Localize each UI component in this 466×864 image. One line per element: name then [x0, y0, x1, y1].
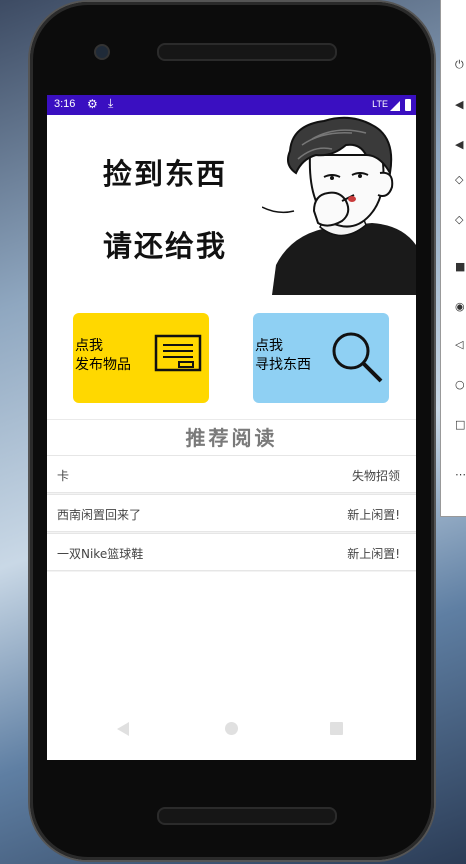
signal-icon	[390, 101, 400, 111]
list-item[interactable]: 西南闲置回来了 新上闲置!	[47, 494, 416, 532]
list-item-title: 卡	[57, 469, 70, 483]
android-nav-bar	[47, 708, 416, 750]
document-icon	[154, 334, 202, 372]
settings-gear-icon: ⚙	[87, 97, 98, 111]
magnifier-icon	[332, 332, 383, 383]
banner-headline-1: 捡到东西	[103, 157, 228, 191]
publish-item-label: 点我 发布物品	[75, 337, 131, 375]
bottom-speaker	[157, 807, 337, 825]
front-camera	[94, 44, 110, 60]
home-icon[interactable]: ○	[455, 379, 465, 390]
power-icon[interactable]: ⏻	[455, 59, 465, 70]
network-type: LTE	[372, 99, 388, 109]
publish-line2: 发布物品	[75, 357, 131, 373]
recommended-list: 卡 失物招领 西南闲置回来了 新上闲置! 一双Nike篮球鞋 新上闲置!	[47, 455, 416, 572]
banner-headline-2: 请还给我	[103, 229, 228, 263]
zoom-icon[interactable]: ◉	[455, 301, 465, 312]
list-item-title: 一双Nike篮球鞋	[57, 547, 144, 561]
find-item-button[interactable]: 点我 寻找东西	[253, 313, 389, 403]
battery-icon	[405, 99, 411, 111]
list-item[interactable]: 卡 失物招领	[47, 455, 416, 493]
more-icon[interactable]: ⋯	[455, 469, 466, 480]
nav-home-icon[interactable]	[225, 722, 238, 735]
download-icon: ⤓	[108, 96, 114, 110]
list-item-tag: 失物招领	[351, 469, 400, 483]
app-screen: 3:16 ⚙ ⤓ LTE 捡到东西 请还给我 点我 发布物品 点我 寻找东西 推…	[47, 95, 416, 760]
back-icon[interactable]: ◁	[455, 339, 465, 350]
rotate-left-icon[interactable]: ◇	[455, 174, 465, 185]
nav-recents-icon[interactable]	[330, 722, 343, 735]
publish-line1: 点我	[75, 338, 103, 354]
list-item-tag: 新上闲置!	[347, 547, 400, 561]
volume-up-icon[interactable]: ◀	[455, 99, 465, 110]
emulator-side-panel: ⏻ ◀ ◀ ◇ ◇ ■ ◉ ◁ ○ □ ⋯	[440, 0, 466, 517]
overview-icon[interactable]: □	[455, 419, 465, 430]
volume-down-icon[interactable]: ◀	[455, 139, 465, 150]
rotate-right-icon[interactable]: ◇	[455, 214, 465, 225]
list-item-title: 西南闲置回来了	[57, 508, 142, 522]
find-line2: 寻找东西	[255, 357, 311, 373]
find-item-label: 点我 寻找东西	[255, 337, 311, 375]
hero-banner: 捡到东西 请还给我	[47, 115, 416, 295]
find-line1: 点我	[255, 338, 283, 354]
status-time: 3:16	[54, 98, 76, 110]
status-bar: 3:16 ⚙ ⤓ LTE	[47, 95, 416, 115]
recommended-reading-title: 推荐阅读	[47, 419, 416, 456]
top-speaker	[157, 43, 337, 61]
list-item-tag: 新上闲置!	[347, 508, 400, 522]
pointing-man-illustration	[262, 116, 416, 295]
list-item[interactable]: 一双Nike篮球鞋 新上闲置!	[47, 533, 416, 571]
nav-back-icon[interactable]	[117, 722, 129, 736]
publish-item-button[interactable]: 点我 发布物品	[73, 313, 209, 403]
screenshot-icon[interactable]: ■	[455, 261, 465, 272]
